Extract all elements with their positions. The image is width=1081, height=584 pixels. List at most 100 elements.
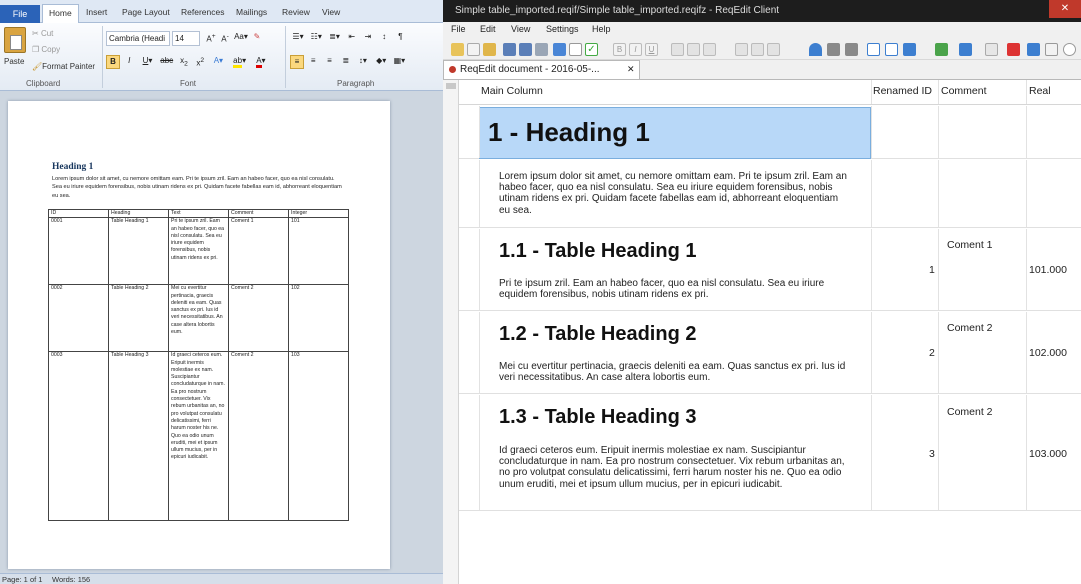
save-icon[interactable]	[503, 43, 516, 56]
save-all-icon[interactable]	[519, 43, 532, 56]
view-icon[interactable]	[1045, 43, 1058, 56]
font-size-select[interactable]: 14	[172, 31, 200, 46]
grow-font-icon[interactable]: A+	[204, 31, 218, 45]
align-right-icon[interactable]: ≡	[322, 55, 336, 69]
cut-button[interactable]: ✂ Cut	[32, 27, 53, 41]
format-painter-button[interactable]: 🖌Format Painter	[32, 60, 95, 74]
superscript-icon[interactable]: x2	[193, 55, 207, 69]
underline-icon[interactable]: U▾	[138, 55, 156, 69]
change-case-icon[interactable]: Aa▾	[232, 31, 250, 45]
tab-mailings[interactable]: Mailings	[236, 7, 267, 17]
column-divider	[938, 80, 939, 104]
increase-indent-icon[interactable]: ⇥	[361, 31, 375, 45]
column-header-main[interactable]: Main Column	[481, 85, 543, 97]
italic-icon[interactable]: I	[122, 55, 136, 69]
ribbon-separator	[102, 26, 103, 88]
menu-view[interactable]: View	[511, 24, 530, 34]
tab-review[interactable]: Review	[282, 7, 310, 17]
menu-settings[interactable]: Settings	[546, 24, 579, 34]
text-effects-icon[interactable]: A▾	[209, 55, 227, 69]
underline-icon[interactable]: U	[645, 43, 658, 56]
tab-insert[interactable]: Insert	[86, 7, 107, 17]
bullets-icon[interactable]: ☰▾	[290, 31, 306, 45]
tab-references[interactable]: References	[181, 7, 224, 17]
strikethrough-icon[interactable]: abc	[159, 55, 175, 69]
requirement-row[interactable]: Lorem ipsum dolor sit amet, cu nemore om…	[459, 160, 1081, 228]
list-icon[interactable]	[735, 43, 748, 56]
tab-home[interactable]: Home	[42, 4, 79, 24]
subscript-icon[interactable]: x2	[177, 55, 191, 69]
bold-icon[interactable]: B	[106, 55, 120, 69]
menu-edit[interactable]: Edit	[480, 24, 496, 34]
filter-icon[interactable]	[845, 43, 858, 56]
tab-page-layout[interactable]: Page Layout	[122, 7, 170, 17]
view-icon[interactable]	[885, 43, 898, 56]
collapse-icon[interactable]	[446, 83, 456, 89]
column-header-comment[interactable]: Comment	[941, 85, 987, 97]
list-icon[interactable]	[767, 43, 780, 56]
checkbox-icon[interactable]: ✓	[585, 43, 598, 56]
justify-icon[interactable]: ≣	[339, 55, 353, 69]
clear-formatting-icon[interactable]: ✎	[250, 31, 264, 45]
align-center-icon[interactable]: ≡	[306, 55, 320, 69]
table-cell-heading: Table Heading 1	[108, 217, 169, 286]
new-icon[interactable]	[451, 43, 464, 56]
menu-help[interactable]: Help	[592, 24, 611, 34]
document-tab-label: ReqEdit document - 2016-05-...	[460, 64, 600, 75]
list-icon[interactable]	[751, 43, 764, 56]
highlight-icon[interactable]: ab▾	[230, 55, 250, 69]
link-icon[interactable]	[1007, 43, 1020, 56]
shading-icon[interactable]: ◆▾	[373, 55, 389, 69]
document-tab[interactable]: ReqEdit document - 2016-05-... ✕	[443, 60, 640, 79]
filter-icon[interactable]	[827, 43, 840, 56]
view-icon[interactable]	[985, 43, 998, 56]
print-icon[interactable]	[535, 43, 548, 56]
filter-icon[interactable]	[809, 43, 822, 56]
borders-icon[interactable]: ▦▾	[391, 55, 407, 69]
view-icon[interactable]	[1063, 43, 1076, 56]
multilevel-list-icon[interactable]: ≣▾	[326, 31, 342, 45]
close-tab-icon[interactable]: ✕	[627, 61, 635, 78]
align-left-icon[interactable]: ≡	[290, 55, 304, 69]
paste-button[interactable]: Paste	[4, 55, 24, 69]
link-icon[interactable]	[935, 43, 948, 56]
word-status-bar: Page: 1 of 1 Words: 156	[0, 573, 443, 584]
sort-icon[interactable]: ↕	[377, 31, 391, 45]
edit-icon[interactable]	[553, 43, 566, 56]
open-icon[interactable]	[467, 43, 480, 56]
menu-file[interactable]: File	[451, 24, 466, 34]
shrink-font-icon[interactable]: A-	[218, 31, 232, 45]
requirement-row[interactable]: 1 - Heading 1	[459, 106, 1081, 159]
requirement-row[interactable]: 1.1 - Table Heading 1 Pri te ipsum zril.…	[459, 229, 1081, 311]
link-icon[interactable]	[959, 43, 972, 56]
link-icon[interactable]	[1027, 43, 1040, 56]
requirement-row[interactable]: 1.3 - Table Heading 3 Id graeci ceteros …	[459, 395, 1081, 511]
format-icon[interactable]	[703, 43, 716, 56]
numbering-icon[interactable]: ☷▾	[308, 31, 324, 45]
row-heading: 1.3 - Table Heading 3	[499, 406, 697, 428]
bold-icon[interactable]: B	[613, 43, 626, 56]
copy-button[interactable]: ❐ Copy	[32, 43, 60, 57]
open-folder-icon[interactable]	[483, 43, 496, 56]
font-color-icon[interactable]: A▾	[252, 55, 270, 69]
column-header-real[interactable]: Real	[1029, 85, 1051, 97]
file-tab[interactable]: File	[0, 5, 40, 23]
view-icon[interactable]	[903, 43, 916, 56]
font-name-select[interactable]: Cambria (Headi	[106, 31, 170, 46]
line-spacing-icon[interactable]: ↕▾	[355, 55, 371, 69]
format-icon[interactable]	[687, 43, 700, 56]
requirement-row[interactable]: 1.2 - Table Heading 2 Mei cu evertitur p…	[459, 312, 1081, 394]
columns-icon[interactable]	[867, 43, 880, 56]
pilcrow-icon[interactable]: ¶	[393, 31, 407, 45]
attribute-icon[interactable]	[569, 43, 582, 56]
table-cell-comment: Coment 1	[228, 217, 289, 286]
row-id: 1	[929, 264, 935, 276]
decrease-indent-icon[interactable]: ⇤	[345, 31, 359, 45]
word-document-page[interactable]: Heading 1 Lorem ipsum dolor sit amet, cu…	[8, 101, 390, 569]
close-icon[interactable]: ✕	[1049, 0, 1081, 18]
column-header-id[interactable]: Renamed ID	[873, 85, 932, 97]
paste-icon[interactable]	[4, 27, 26, 53]
tab-view[interactable]: View	[322, 7, 340, 17]
italic-icon[interactable]: I	[629, 43, 642, 56]
format-icon[interactable]	[671, 43, 684, 56]
